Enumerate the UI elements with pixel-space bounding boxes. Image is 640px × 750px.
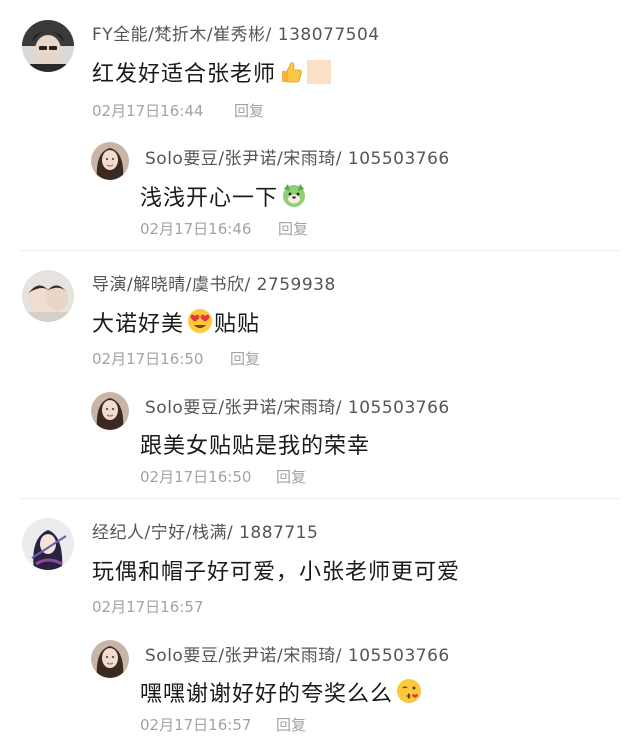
comment-text: 大诺好美 贴贴 (92, 306, 260, 341)
kissing-face-icon (395, 677, 423, 711)
avatar[interactable] (91, 392, 129, 430)
reply-username[interactable]: Solo要豆/张尹诺/宋雨琦/ 105503766 (145, 641, 450, 666)
comment-text-content: 贴贴 (214, 312, 261, 337)
comment-username[interactable]: 导演/解晓晴/虞书欣/ 2759938 (92, 270, 336, 295)
avatar[interactable] (91, 640, 129, 678)
reply-button[interactable]: 回复 (234, 100, 264, 121)
avatar[interactable] (22, 20, 74, 72)
reply-button[interactable]: 回复 (230, 348, 260, 369)
comment-text: 红发好适合张老师 (92, 56, 332, 91)
reply-username[interactable]: Solo要豆/张尹诺/宋雨琦/ 105503766 (145, 393, 450, 418)
reply-button[interactable]: 回复 (276, 466, 306, 487)
avatar[interactable] (22, 270, 74, 322)
dog-face-icon (280, 181, 308, 215)
heart-eyes-icon (186, 307, 214, 341)
reply-username[interactable]: Solo要豆/张尹诺/宋雨琦/ 105503766 (145, 144, 450, 169)
reply-text-content: 跟美女贴贴是我的荣幸 (140, 434, 371, 459)
comment-timestamp: 02月17日16:50 (92, 350, 204, 368)
divider (20, 250, 620, 251)
reply-timestamp: 02月17日16:50 (140, 468, 252, 486)
avatar[interactable] (22, 518, 74, 570)
reply-text: 浅浅开心一下 (140, 180, 308, 215)
thumbs-up-icon (278, 59, 304, 91)
reply-text: 嘿嘿谢谢好好的夸奖么么 (140, 676, 423, 711)
comment-text: 玩偶和帽子好可爱，小张老师更可爱 (92, 560, 461, 585)
divider (20, 498, 620, 499)
comment-username[interactable]: FY全能/梵折木/崔秀彬/ 138077504 (92, 20, 380, 45)
avatar[interactable] (91, 142, 129, 180)
comment-timestamp: 02月17日16:44 (92, 102, 204, 120)
reply-text-content: 浅浅开心一下 (140, 186, 279, 211)
reply-timestamp: 02月17日16:46 (140, 220, 252, 238)
comment-username[interactable]: 经纪人/宁好/栈满/ 1887715 (92, 518, 318, 543)
comment-text-content: 大诺好美 (92, 312, 185, 337)
reply-text-content: 嘿嘿谢谢好好的夸奖么么 (140, 682, 394, 707)
reply-button[interactable]: 回复 (276, 714, 306, 735)
reply-timestamp: 02月17日16:57 (140, 716, 252, 734)
reply-button[interactable]: 回复 (278, 218, 308, 239)
comment-timestamp: 02月17日16:57 (92, 598, 204, 616)
comment-text-content: 红发好适合张老师 (92, 62, 277, 87)
skin-tone-icon (306, 59, 332, 91)
reply-text: 跟美女贴贴是我的荣幸 (140, 428, 370, 460)
